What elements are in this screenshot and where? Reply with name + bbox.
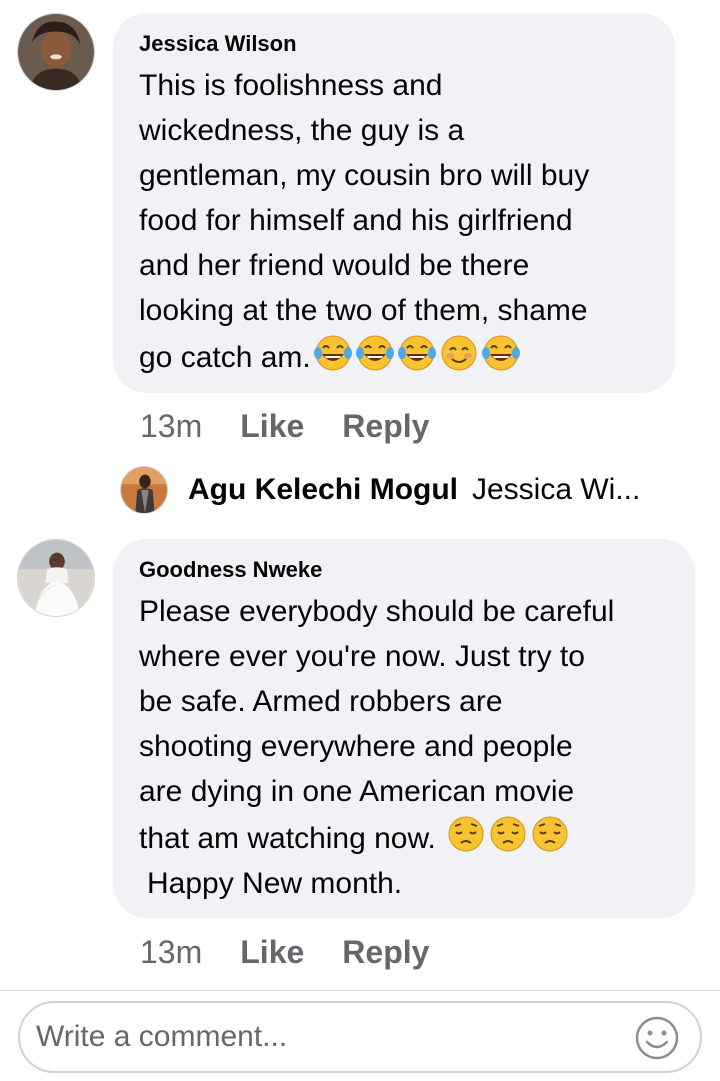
- comment-bubble-1[interactable]: Jessica Wilson This is foolishness and w…: [113, 13, 675, 393]
- comment-actions-1: 13m Like Reply: [140, 408, 467, 445]
- comment-input[interactable]: [34, 1019, 598, 1055]
- tears-of-joy-emoji: [313, 333, 353, 373]
- avatar-goodness-nweke[interactable]: [17, 539, 95, 617]
- comment-bubble-2[interactable]: Goodness Nweke Please everybody should b…: [113, 539, 695, 918]
- tears-of-joy-emoji: [397, 333, 437, 373]
- like-button[interactable]: Like: [240, 934, 304, 971]
- smiley-icon[interactable]: [634, 1015, 680, 1061]
- emoji-group: [313, 333, 521, 373]
- comment-composer[interactable]: [18, 1001, 702, 1073]
- smiling-blush-emoji: [439, 333, 479, 373]
- comment-actions-2: 13m Like Reply: [140, 934, 467, 971]
- reply-button[interactable]: Reply: [342, 408, 429, 445]
- reply-preview[interactable]: Agu Kelechi Mogul Jessica Wi...: [120, 466, 640, 514]
- reply-button[interactable]: Reply: [342, 934, 429, 971]
- like-button[interactable]: Like: [240, 408, 304, 445]
- comment-author[interactable]: Jessica Wilson: [139, 31, 665, 57]
- pensive-emoji: [488, 814, 528, 854]
- avatar-jessica-wilson[interactable]: [17, 13, 95, 91]
- comment-author[interactable]: Goodness Nweke: [139, 557, 685, 583]
- avatar-agu-kelechi-mogul[interactable]: [120, 466, 168, 514]
- tears-of-joy-emoji: [355, 333, 395, 373]
- comment-text: This is foolishness and wickedness, the …: [139, 69, 590, 374]
- comment-timestamp: 13m: [140, 408, 203, 444]
- pensive-emoji: [446, 814, 486, 854]
- tears-of-joy-emoji: [481, 333, 521, 373]
- comments-screen: Jessica Wilson This is foolishness and w…: [0, 0, 720, 1081]
- reply-preview-text: Jessica Wi...: [472, 473, 641, 506]
- comment-text-after: Happy New month.: [147, 867, 403, 900]
- emoji-group: [446, 814, 570, 854]
- composer-divider: [0, 990, 720, 991]
- comment-text: Please everybody should be careful where…: [139, 595, 615, 900]
- comment-timestamp: 13m: [140, 934, 203, 970]
- pensive-emoji: [530, 814, 570, 854]
- reply-author[interactable]: Agu Kelechi Mogul: [188, 473, 458, 507]
